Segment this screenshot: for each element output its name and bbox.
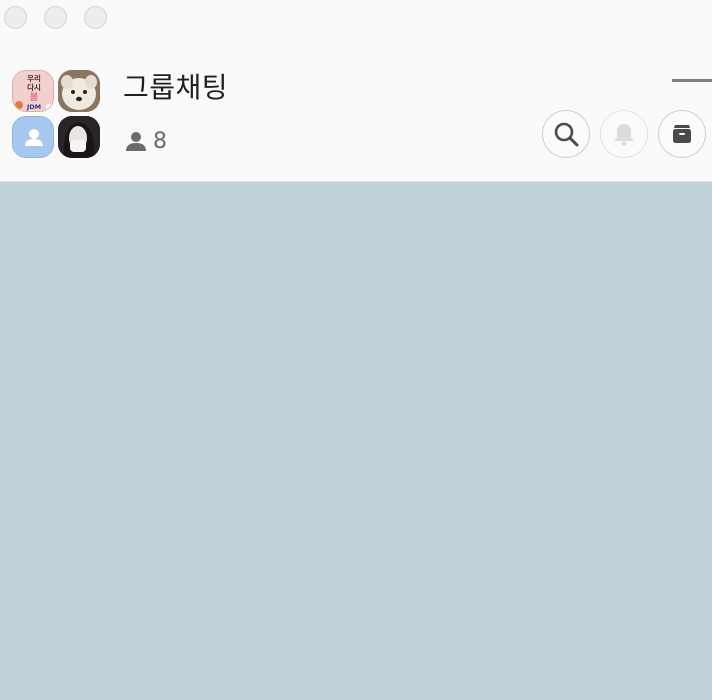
archive-icon [673,125,691,143]
member-avatar-2 [58,70,100,112]
member-avatar-3 [12,116,54,158]
dog-photo-icon [58,70,100,112]
chat-title: 그룹채팅 [123,71,229,104]
member-avatar-1: 우리 다시 봄 JDM [12,70,54,112]
person-photo-icon [58,116,100,158]
member-count-value: 8 [153,128,167,154]
notification-button[interactable] [600,110,648,158]
default-profile-icon [25,129,43,146]
chat-message-area[interactable] [0,182,712,700]
search-button[interactable] [542,110,590,158]
avatar-text-line-3: 봄 [30,92,38,103]
bell-icon [614,124,634,146]
search-icon [554,122,579,147]
avatar-text-line-1: 우리 [27,73,41,83]
window-minimize-button[interactable] [44,6,67,29]
collapse-handle[interactable] [672,79,712,82]
avatar-text-line-2: 다시 [27,82,41,92]
chat-header: 우리 다시 봄 JDM 그룹채팅 8 [0,0,712,182]
member-avatar-4 [58,116,100,158]
avatar-text-line-4: JDM [26,103,41,111]
window-close-button[interactable] [4,6,27,29]
window-maximize-button[interactable] [84,6,107,29]
drawer-button[interactable] [658,110,706,158]
person-icon [126,132,146,151]
member-count[interactable]: 8 [125,127,167,155]
poster-thumbnail-icon: 우리 다시 봄 JDM [13,71,53,111]
